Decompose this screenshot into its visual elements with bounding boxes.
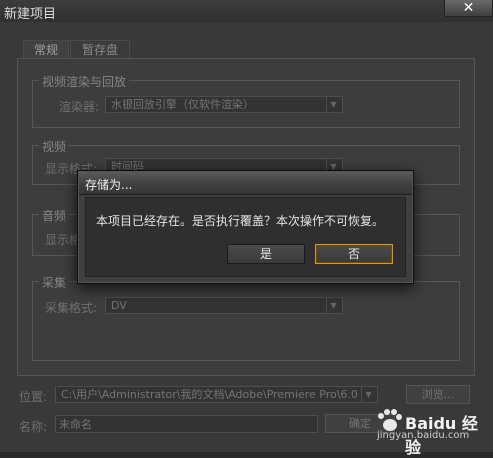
watermark-url: jingyan.baidu.com [377,430,470,441]
capture-format-dropdown[interactable]: DV ▼ [105,297,343,314]
audio-group-title: 音频 [39,207,70,224]
capture-format-label: 采集格式: [45,301,98,315]
location-value: C:\用户\Administrator\我的文档\Adobe\Premiere … [61,388,358,401]
close-icon: ✕ [462,0,475,16]
video-render-playback-group: 视频渲染与回放 渲染器: 水银回放引擎（仅软件渲染） ▼ [32,73,460,128]
location-label: 位置: [19,390,48,404]
renderer-label: 渲染器: [59,100,100,114]
video-render-playback-title: 视频渲染与回放 [39,73,130,90]
dialog-titlebar: 存储为... [79,172,412,195]
baidu-paw-icon [378,409,402,431]
browse-button[interactable]: 浏览... [406,385,470,404]
tab-general[interactable]: 常规 [23,40,69,58]
capture-group: 采集 采集格式: DV ▼ [32,274,460,361]
capture-format-value: DV [111,299,127,312]
chevron-down-icon: ▼ [326,97,340,112]
dialog-body: 本项目已经存在。是否执行覆盖？本次操作不可恢复。 是 否 [85,197,406,277]
capture-group-title: 采集 [39,274,70,291]
location-dropdown[interactable]: C:\用户\Administrator\我的文档\Adobe\Premiere … [55,386,378,403]
no-button[interactable]: 否 [315,244,393,264]
name-label: 名称: [19,420,48,434]
project-name-input[interactable] [55,415,318,433]
chevron-down-icon: ▼ [326,298,340,313]
window-title: 新建项目 [4,7,57,22]
tab-scratch-disks[interactable]: 暂存盘 [70,40,130,58]
baidu-jingyan-watermark: Baidu 经验 jingyan.baidu.com [371,408,489,457]
window-titlebar: 新建项目 ✕ [0,0,493,22]
yes-button[interactable]: 是 [227,244,305,264]
window-close-button[interactable]: ✕ [444,0,493,17]
chevron-down-icon: ▼ [361,387,375,402]
video-group-title: 视频 [39,138,70,155]
save-as-dialog: 存储为... 本项目已经存在。是否执行覆盖？本次操作不可恢复。 是 否 [77,170,414,284]
dialog-title: 存储为... [85,178,133,192]
overwrite-warning-message: 本项目已经存在。是否执行覆盖？本次操作不可恢复。 [96,214,385,228]
renderer-value: 水银回放引擎（仅软件渲染） [111,98,254,111]
renderer-dropdown[interactable]: 水银回放引擎（仅软件渲染） ▼ [105,96,343,113]
